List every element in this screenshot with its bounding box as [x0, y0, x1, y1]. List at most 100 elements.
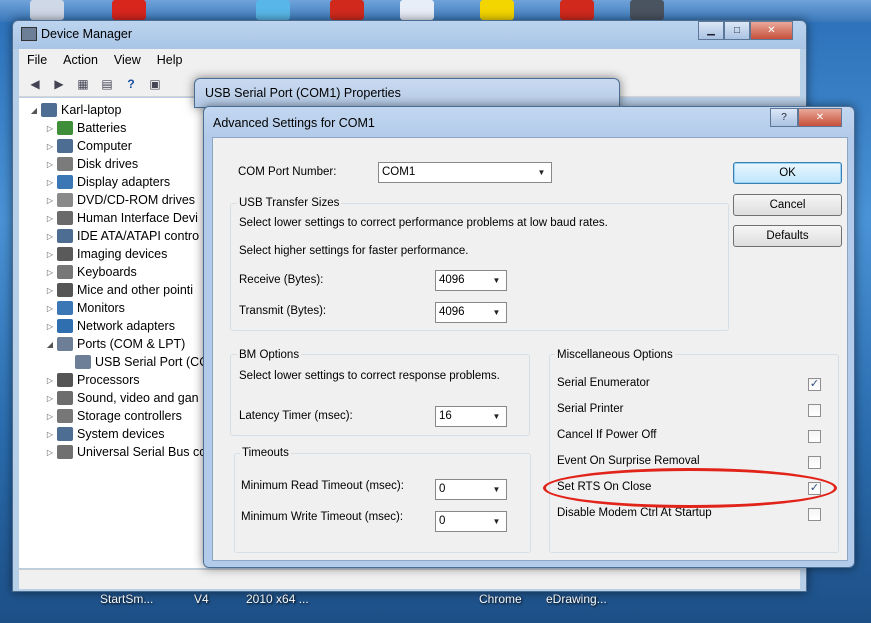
receive-select[interactable]: 4096 ▼ [435, 270, 507, 291]
expand-icon[interactable]: ▷ [45, 394, 55, 403]
port-icon [57, 337, 73, 351]
expand-icon[interactable]: ▷ [45, 142, 55, 151]
expand-icon[interactable]: ▷ [45, 430, 55, 439]
expand-icon[interactable]: ▷ [45, 214, 55, 223]
dialog-title[interactable]: Advanced Settings for COM1 [213, 116, 375, 130]
tree-item-label: Sound, video and gan [77, 391, 199, 405]
com-port-select[interactable]: COM1 ▼ [378, 162, 552, 183]
scan-hardware-icon[interactable]: ▣ [145, 75, 165, 93]
ok-button[interactable]: OK [733, 162, 842, 184]
tree-item[interactable]: ▷ Storage controllers [45, 407, 182, 425]
cancel-button[interactable]: Cancel [733, 194, 842, 216]
expand-icon[interactable]: ▷ [45, 160, 55, 169]
misc-option-checkbox[interactable] [808, 456, 821, 469]
forward-arrow-icon[interactable]: ▶ [49, 75, 69, 93]
desktop-shortcut-icon[interactable] [480, 0, 514, 20]
expand-icon[interactable]: ▷ [45, 304, 55, 313]
desktop-shortcut-icon[interactable] [256, 0, 290, 20]
tree-item[interactable]: ▷ Sound, video and gan [45, 389, 199, 407]
expand-icon[interactable]: ▷ [45, 232, 55, 241]
tree-item[interactable]: ▷ System devices [45, 425, 165, 443]
close-button[interactable]: ✕ [750, 21, 793, 40]
menu-view[interactable]: View [114, 53, 141, 67]
properties-icon[interactable]: ▤ [97, 75, 117, 93]
misc-option-checkbox[interactable] [808, 508, 821, 521]
dropdown-arrow-icon[interactable]: ▼ [489, 305, 504, 320]
help-icon[interactable]: ? [121, 75, 141, 93]
tree-item[interactable]: USB Serial Port (CO [63, 353, 209, 371]
tree-item[interactable]: ▷ Monitors [45, 299, 125, 317]
expand-icon[interactable]: ▷ [45, 448, 55, 457]
desktop-label[interactable]: V4 [194, 592, 209, 606]
defaults-button[interactable]: Defaults [733, 225, 842, 247]
menu-bar: File Action View Help [19, 49, 800, 71]
title-bar[interactable]: Device Manager ▁ □ ✕ [13, 21, 806, 49]
tree-item-label: DVD/CD-ROM drives [77, 193, 196, 207]
desktop-label[interactable]: Chrome [479, 592, 522, 606]
tree-item[interactable]: ▷ Mice and other pointi [45, 281, 193, 299]
dialog-caption-buttons: ? ✕ [770, 108, 842, 128]
dropdown-arrow-icon[interactable]: ▼ [534, 165, 549, 180]
tree-item[interactable]: ▷ Display adapters [45, 173, 170, 191]
misc-option-checkbox[interactable] [808, 430, 821, 443]
tree-item[interactable]: ▷ Network adapters [45, 317, 175, 335]
tree-item[interactable]: ▷ DVD/CD-ROM drives [45, 191, 195, 209]
properties-window-title[interactable]: USB Serial Port (COM1) Properties [205, 86, 401, 100]
tree-item[interactable]: ▷ Keyboards [45, 263, 137, 281]
expand-icon[interactable]: ▷ [45, 124, 55, 133]
tree-item[interactable]: ▷ Disk drives [45, 155, 138, 173]
tree-item[interactable]: ▷ Computer [45, 137, 132, 155]
desktop-shortcut-icon[interactable] [630, 0, 664, 20]
solidworks-icon[interactable] [560, 0, 594, 20]
dropdown-arrow-icon[interactable]: ▼ [489, 482, 504, 497]
collapse-icon[interactable]: ◢ [45, 340, 55, 349]
dialog-close-button[interactable]: ✕ [798, 108, 842, 127]
misc-option-checkbox[interactable] [808, 404, 821, 417]
misc-option-checkbox[interactable]: ✓ [808, 378, 821, 391]
solidworks-icon[interactable] [330, 0, 364, 20]
menu-action[interactable]: Action [63, 53, 98, 67]
menu-file[interactable]: File [27, 53, 47, 67]
write-timeout-select[interactable]: 0 ▼ [435, 511, 507, 532]
dropdown-arrow-icon[interactable]: ▼ [489, 273, 504, 288]
desktop-label[interactable]: StartSm... [100, 592, 153, 606]
expand-icon[interactable]: ▷ [45, 196, 55, 205]
tree-item[interactable]: ▷ Universal Serial Bus co [45, 443, 206, 461]
menu-help[interactable]: Help [157, 53, 183, 67]
expand-icon[interactable]: ▷ [45, 286, 55, 295]
latency-select[interactable]: 16 ▼ [435, 406, 507, 427]
tree-item[interactable]: ▷ Imaging devices [45, 245, 167, 263]
tree-item[interactable]: ▷ Human Interface Devi [45, 209, 198, 227]
expand-icon[interactable]: ▷ [45, 376, 55, 385]
tree-item[interactable]: ▷ Batteries [45, 119, 126, 137]
expand-icon[interactable]: ▷ [45, 322, 55, 331]
desktop-label[interactable]: 2010 x64 ... [246, 592, 309, 606]
word-document-icon[interactable] [400, 0, 434, 20]
expand-icon[interactable]: ▷ [45, 268, 55, 277]
maximize-button[interactable]: □ [724, 21, 750, 40]
tree-item[interactable]: ▷ Processors [45, 371, 140, 389]
hid-icon [57, 211, 73, 225]
desktop-label[interactable]: eDrawing... [546, 592, 607, 606]
tree-item-label: Computer [77, 139, 132, 153]
show-hide-tree-icon[interactable]: ▦ [73, 75, 93, 93]
desktop-shortcut-icon[interactable] [30, 0, 64, 20]
tree-item[interactable]: ◢ Ports (COM & LPT) [45, 335, 185, 353]
tree-item-label: Batteries [77, 121, 127, 135]
expand-icon[interactable]: ▷ [45, 250, 55, 259]
read-timeout-select[interactable]: 0 ▼ [435, 479, 507, 500]
latency-value: 16 [439, 410, 452, 422]
expand-icon[interactable]: ▷ [45, 412, 55, 421]
dropdown-arrow-icon[interactable]: ▼ [489, 409, 504, 424]
transmit-select[interactable]: 4096 ▼ [435, 302, 507, 323]
dropdown-arrow-icon[interactable]: ▼ [489, 514, 504, 529]
filezilla-icon[interactable] [112, 0, 146, 20]
expand-icon[interactable]: ▷ [45, 178, 55, 187]
back-arrow-icon[interactable]: ◀ [25, 75, 45, 93]
tree-item[interactable]: ▷ IDE ATA/ATAPI contro [45, 227, 199, 245]
minimize-button[interactable]: ▁ [698, 21, 724, 40]
tree-root[interactable]: ◢ Karl-laptop [29, 101, 121, 119]
help-button[interactable]: ? [770, 108, 798, 127]
collapse-icon[interactable]: ◢ [29, 106, 39, 115]
system-device-icon [57, 427, 73, 441]
